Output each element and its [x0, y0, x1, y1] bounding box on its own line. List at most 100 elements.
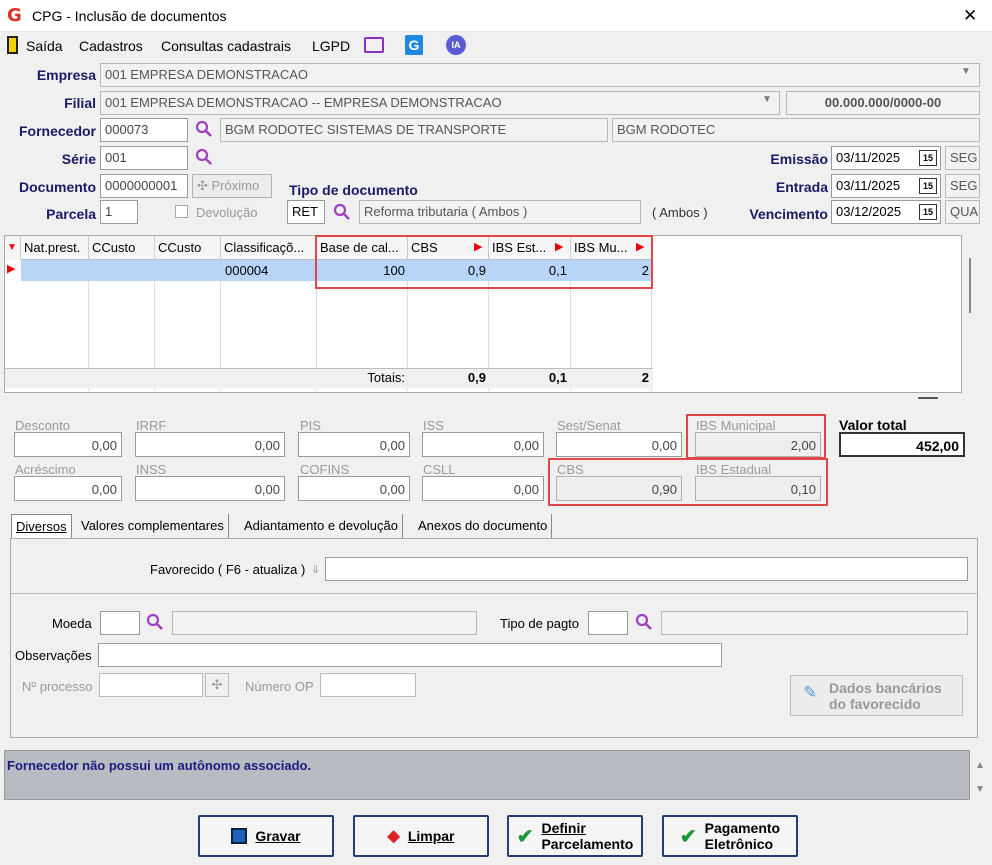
status-message: Fornecedor não possui um autônomo associ… [7, 758, 312, 773]
numero-op-input[interactable] [320, 673, 416, 697]
scroll-down-icon[interactable]: ▼ [975, 784, 985, 795]
total-cbs: 0,9 [467, 370, 486, 385]
inss-field[interactable]: 0,00 [135, 476, 285, 501]
pencil-icon: ✎ [803, 683, 818, 702]
calendar-icon[interactable]: 15 [919, 204, 937, 220]
g-app-icon[interactable]: G [405, 35, 423, 55]
filial-select[interactable]: 001 EMPRESA DEMONSTRACAO -- EMPRESA DEMO… [100, 91, 780, 115]
observacoes-input[interactable] [98, 643, 722, 667]
sest-senat-label: Sest/Senat [557, 418, 621, 433]
irrf-label: IRRF [136, 418, 167, 433]
search-icon[interactable] [333, 203, 351, 221]
fornecedor-short-field: BGM RODOTEC [612, 118, 980, 142]
search-icon[interactable] [195, 148, 213, 166]
menu-cadastros[interactable]: Cadastros [79, 38, 143, 54]
limpar-button[interactable]: ◆ Limpar [353, 815, 489, 857]
documento-input[interactable]: 0000000001 [100, 174, 188, 198]
fornecedor-code-input[interactable]: 000073 [100, 118, 188, 142]
entrada-label: Entrada [775, 179, 828, 195]
highlight-box [686, 414, 826, 459]
menu-consultas-cadastrais[interactable]: Consultas cadastrais [161, 38, 291, 54]
search-icon[interactable] [195, 120, 213, 138]
search-icon[interactable] [146, 613, 164, 631]
chevron-down-icon[interactable]: ▼ [762, 94, 772, 105]
col-classificacao[interactable]: Classificaçõ... [221, 236, 317, 260]
tipo-pagto-label: Tipo de pagto [500, 616, 580, 631]
pis-field[interactable]: 0,00 [298, 432, 410, 457]
exit-door-icon[interactable] [7, 36, 18, 54]
app-logo-icon: G [7, 5, 22, 26]
csll-label: CSLL [423, 462, 456, 477]
vertical-scrollbar[interactable] [969, 258, 971, 313]
nprocesso-input[interactable] [99, 673, 203, 697]
monitor-icon[interactable] [364, 37, 384, 53]
total-ibs-est: 0,1 [548, 370, 567, 385]
tipo-documento-label: Tipo de documento [289, 182, 418, 198]
devolucao-checkbox[interactable] [175, 205, 188, 218]
cofins-label: COFINS [300, 462, 350, 477]
valor-total-label: Valor total [839, 417, 907, 433]
favorecido-label: Favorecido ( F6 - atualiza ) [150, 562, 306, 577]
tab-diversos[interactable]: Diversos [11, 514, 72, 538]
close-icon[interactable]: ✕ [963, 6, 977, 26]
favorecido-input[interactable] [325, 557, 968, 581]
horizontal-scrollbar[interactable] [918, 397, 938, 399]
emissao-label: Emissão [770, 151, 828, 167]
col-ccusto-1[interactable]: CCusto [89, 236, 155, 260]
irrf-field[interactable]: 0,00 [135, 432, 285, 457]
fornecedor-name-field: BGM RODOTEC SISTEMAS DE TRANSPORTE [220, 118, 608, 142]
proximo-button[interactable]: ✣ Próximo [192, 174, 272, 198]
cell-classificacao[interactable]: 000004 [225, 263, 268, 278]
serie-label: Série [61, 151, 96, 167]
valor-total-field: 452,00 [839, 432, 965, 457]
moeda-label: Moeda [52, 616, 92, 631]
cnpj-field: 00.000.000/0000-00 [786, 91, 980, 115]
save-icon [231, 828, 248, 844]
cofins-field[interactable]: 0,00 [298, 476, 410, 501]
chevron-down-icon[interactable]: ▼ [961, 66, 971, 77]
csll-field[interactable]: 0,00 [422, 476, 544, 501]
inss-label: INSS [136, 462, 167, 477]
divider [11, 593, 977, 594]
parcela-label: Parcela [46, 206, 96, 222]
moeda-input[interactable] [100, 611, 140, 635]
acrescimo-field[interactable]: 0,00 [14, 476, 122, 501]
gravar-button[interactable]: Gravar [198, 815, 334, 857]
tipo-extra-text: ( Ambos ) [652, 205, 708, 220]
iss-field[interactable]: 0,00 [422, 432, 544, 457]
tipo-desc-field: Reforma tributaria ( Ambos ) [359, 200, 641, 224]
calendar-icon[interactable]: 15 [919, 178, 937, 194]
scroll-up-icon[interactable]: ▲ [975, 760, 985, 771]
menu-lgpd[interactable]: LGPD [312, 38, 350, 54]
entrada-weekday: SEG [945, 174, 980, 198]
tipo-code-input[interactable]: RET [287, 200, 325, 224]
pagamento-eletronico-button[interactable]: ✔ Pagamento Eletrônico [662, 815, 798, 857]
tab-anexos-documento[interactable]: Anexos do documento [414, 514, 553, 538]
sest-senat-field[interactable]: 0,00 [556, 432, 682, 457]
emissao-weekday: SEG [945, 146, 980, 170]
tipo-pagto-input[interactable] [588, 611, 628, 635]
col-ccusto-2[interactable]: CCusto [155, 236, 221, 260]
parcela-input[interactable]: 1 [100, 200, 138, 224]
search-icon[interactable] [635, 613, 653, 631]
moeda-desc-field [172, 611, 477, 635]
calendar-icon[interactable]: 15 [919, 150, 937, 166]
definir-parcelamento-button[interactable]: ✔ Definir Parcelamento [507, 815, 643, 857]
arrow-down-icon: ⇓ [311, 564, 321, 576]
desconto-field[interactable]: 0,00 [14, 432, 122, 457]
plus-icon[interactable]: ✣ [205, 673, 229, 697]
tab-valores-complementares[interactable]: Valores complementares [77, 514, 229, 538]
eraser-icon: ◆ [387, 828, 400, 845]
vencimento-label: Vencimento [749, 206, 828, 222]
col-nat-prest[interactable]: Nat.prest. [21, 236, 89, 260]
ia-icon[interactable]: IA [446, 35, 466, 55]
tab-adiantamento-devolucao[interactable]: Adiantamento e devolução [240, 514, 403, 538]
nprocesso-label: Nº processo [22, 679, 93, 694]
totals-label: Totais: [367, 370, 405, 385]
total-ibs-mun: 2 [641, 370, 649, 385]
menu-saida[interactable]: Saída [26, 38, 63, 54]
empresa-label: Empresa [36, 67, 96, 83]
documento-label: Documento [19, 179, 96, 195]
empresa-select[interactable]: 001 EMPRESA DEMONSTRACAO [100, 63, 980, 87]
serie-input[interactable]: 001 [100, 146, 188, 170]
